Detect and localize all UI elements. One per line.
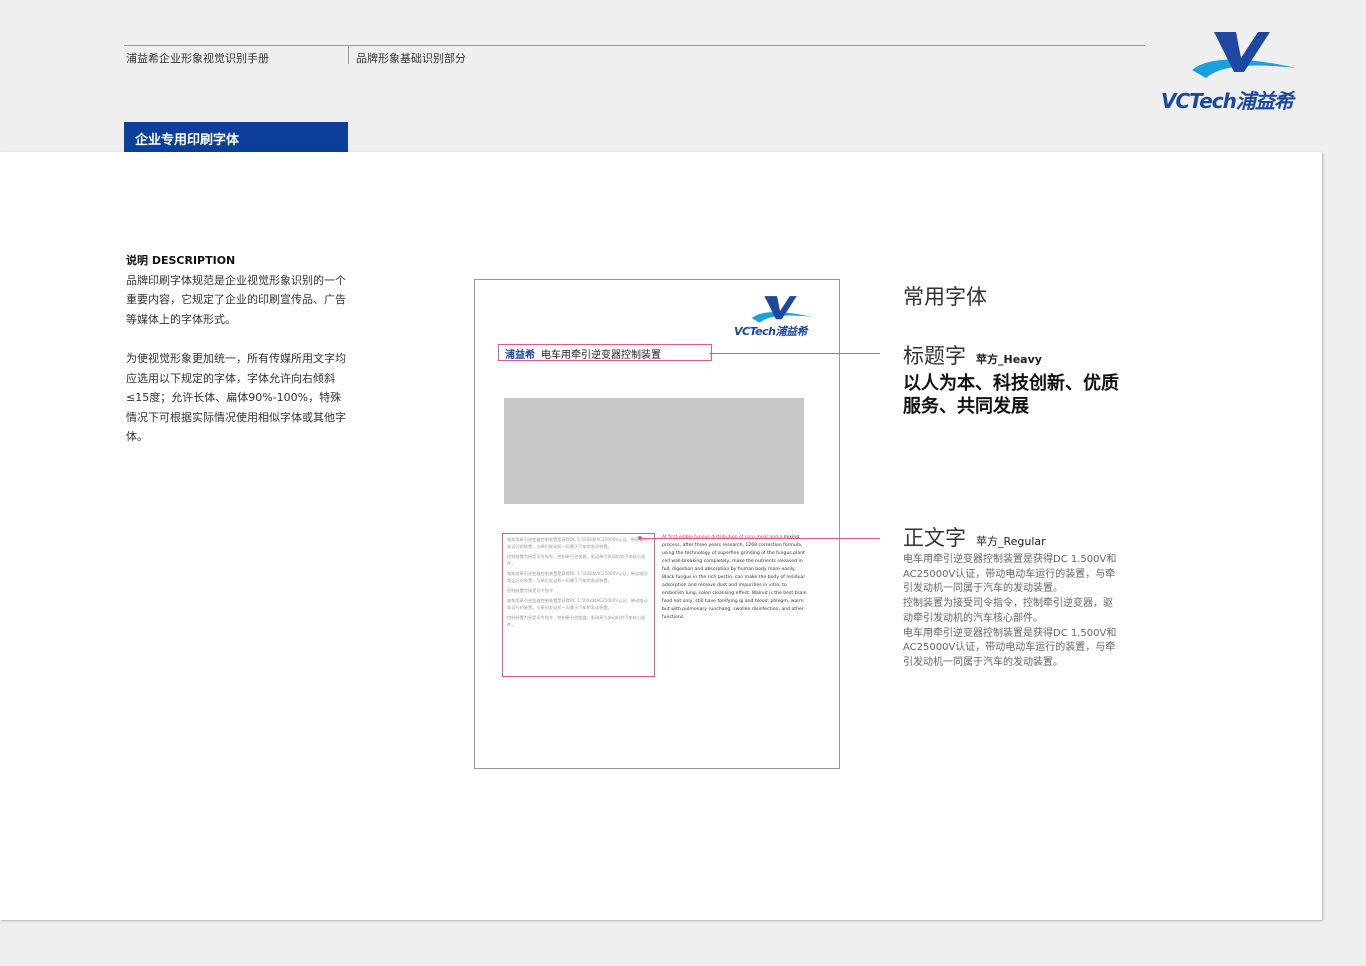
body-font-sample-line: 电车用牵引逆变器控制装置是获得DC 1.500V和AC25000V认证，带动电动… bbox=[903, 627, 1117, 668]
body-font-label-text: 正文字 bbox=[903, 526, 966, 550]
mockup-title-text: 电车用牵引逆变器控制装置 bbox=[541, 350, 661, 361]
image-placeholder bbox=[504, 398, 804, 504]
title-font-label-text: 标题字 bbox=[903, 344, 966, 368]
section-tab: 企业专用印刷字体 bbox=[124, 122, 348, 152]
description-paragraph-2: 为使视觉形象更加统一，所有传媒所用文字均应选用以下规定的字体，字体允许向右倾斜≤… bbox=[126, 351, 346, 444]
section-title: 品牌形象基础识别部分 bbox=[356, 52, 466, 65]
description-title: 说明 DESCRIPTION bbox=[126, 254, 236, 267]
body-annotation-dot bbox=[638, 536, 642, 540]
mockup-body-cn: 电车用牵引逆变器控制装置是获得DC 1.500V和AC25000V认证，带动电动… bbox=[502, 533, 655, 677]
mockup-body-en-text: mixing process, after three years resear… bbox=[662, 535, 807, 620]
body-font-name: 苹方_Regular bbox=[976, 535, 1046, 548]
header-rule bbox=[124, 45, 1145, 46]
body-font-sample: 电车用牵引逆变器控制装置是获得DC 1.500V和AC25000V认证，带动电动… bbox=[903, 553, 1118, 671]
body-font-label: 正文字 苹方_Regular bbox=[903, 522, 1046, 552]
mockup-body-paragraph: 电车用牵引逆变器控制装置是获得DC 1.500V和AC25000V认证，带动电动… bbox=[507, 571, 648, 583]
body-font-sample-line: 控制装置为接受司令指令，控制牵引逆变器，驱动牵引发动机的汽车核心部件。 bbox=[903, 598, 1113, 624]
logo-wordmark: VCTech浦益希 bbox=[1161, 89, 1294, 113]
mockup-body-paragraph: 电车用牵引逆变器控制装置是获得DC 1.500V和AC25000V认证，带动电动… bbox=[507, 537, 648, 549]
mockup-logo-wordmark: VCTech浦益希 bbox=[734, 325, 807, 338]
mockup-body-paragraph: 控制装置为接受司令指令，控制牵引逆变器，驱动牵引发动机的汽车核心部件。 bbox=[507, 554, 646, 566]
brand-logo: VCTech浦益希 bbox=[1158, 30, 1318, 113]
manual-title: 浦益希企业形象视觉识别手册 bbox=[126, 52, 269, 65]
mockup-body-paragraph: 控制装置为接受司令指令 bbox=[507, 588, 554, 593]
mockup-logo-mark-icon bbox=[751, 296, 812, 323]
title-font-label: 标题字 苹方_Heavy bbox=[903, 340, 1042, 370]
mockup-logo: VCTech浦益希 bbox=[733, 295, 823, 339]
body-annotation-line bbox=[640, 538, 880, 539]
header-separator bbox=[348, 46, 349, 64]
logo-mark-icon bbox=[1192, 32, 1296, 78]
title-font-name: 苹方_Heavy bbox=[976, 353, 1042, 366]
description-block: 说明 DESCRIPTION 品牌印刷字体规范是企业视觉形象识别的一个重要内容，… bbox=[126, 251, 352, 447]
body-font-sample-line: 电车用牵引逆变器控制装置是获得DC 1.500V和AC25000V认证，带动电动… bbox=[903, 554, 1117, 595]
title-font-sample: 以人为本、科技创新、优质服务、共同发展 bbox=[903, 373, 1119, 417]
mockup-title-brand: 浦益希 bbox=[505, 350, 535, 361]
description-paragraph-1: 品牌印刷字体规范是企业视觉形象识别的一个重要内容，它规定了企业的印刷宣传品、广告… bbox=[126, 273, 346, 326]
title-annotation-line bbox=[710, 353, 880, 354]
common-fonts-heading: 常用字体 bbox=[903, 285, 987, 309]
mockup-body-en: At first edible fungus distribution of c… bbox=[662, 534, 808, 622]
mockup-title: 浦益希 电车用牵引逆变器控制装置 bbox=[498, 344, 712, 361]
mockup-body-paragraph: 电车用牵引逆变器控制装置是获得DC 1.500V和AC25000V认证，带动电动… bbox=[507, 598, 648, 610]
mockup-body-paragraph: 控制装置为接受司令指令，控制牵引逆变器，驱动牵引发动机的汽车核心部件。 bbox=[507, 615, 646, 627]
